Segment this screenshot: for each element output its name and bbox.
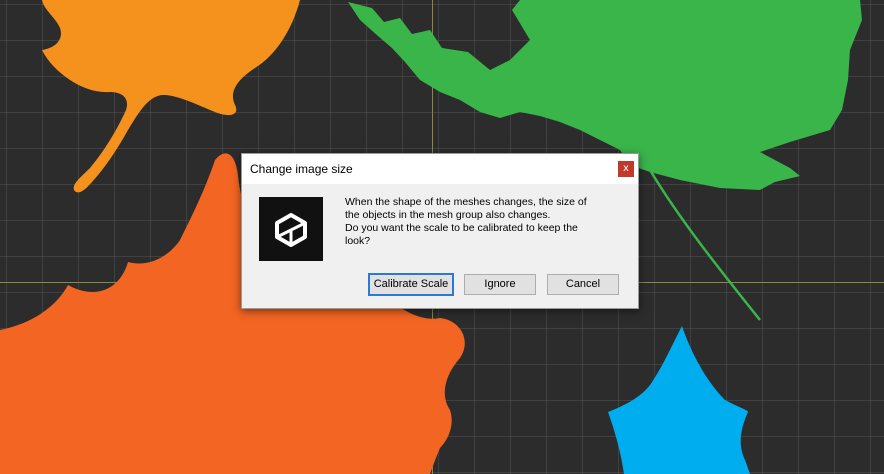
- message-line: Do you want the scale to be calibrated t…: [345, 222, 578, 234]
- cancel-button[interactable]: Cancel: [547, 274, 619, 295]
- dialog-titlebar[interactable]: Change image size x: [242, 154, 638, 184]
- change-image-size-dialog: Change image size x When the shape of th…: [241, 153, 639, 309]
- dialog-title: Change image size: [250, 162, 353, 176]
- close-icon: x: [623, 163, 629, 174]
- message-line: look?: [345, 235, 371, 247]
- green-leaf-stem: [648, 169, 761, 321]
- ignore-button[interactable]: Ignore: [464, 274, 536, 295]
- message-line: the objects in the mesh group also chang…: [345, 209, 551, 221]
- message-line: When the shape of the meshes changes, th…: [345, 196, 587, 208]
- calibrate-scale-button[interactable]: Calibrate Scale: [368, 273, 454, 296]
- dialog-message: When the shape of the meshes changes, th…: [345, 196, 607, 248]
- unity-logo-icon: [259, 197, 323, 261]
- close-button[interactable]: x: [618, 161, 634, 177]
- blue-leaf[interactable]: [608, 326, 750, 474]
